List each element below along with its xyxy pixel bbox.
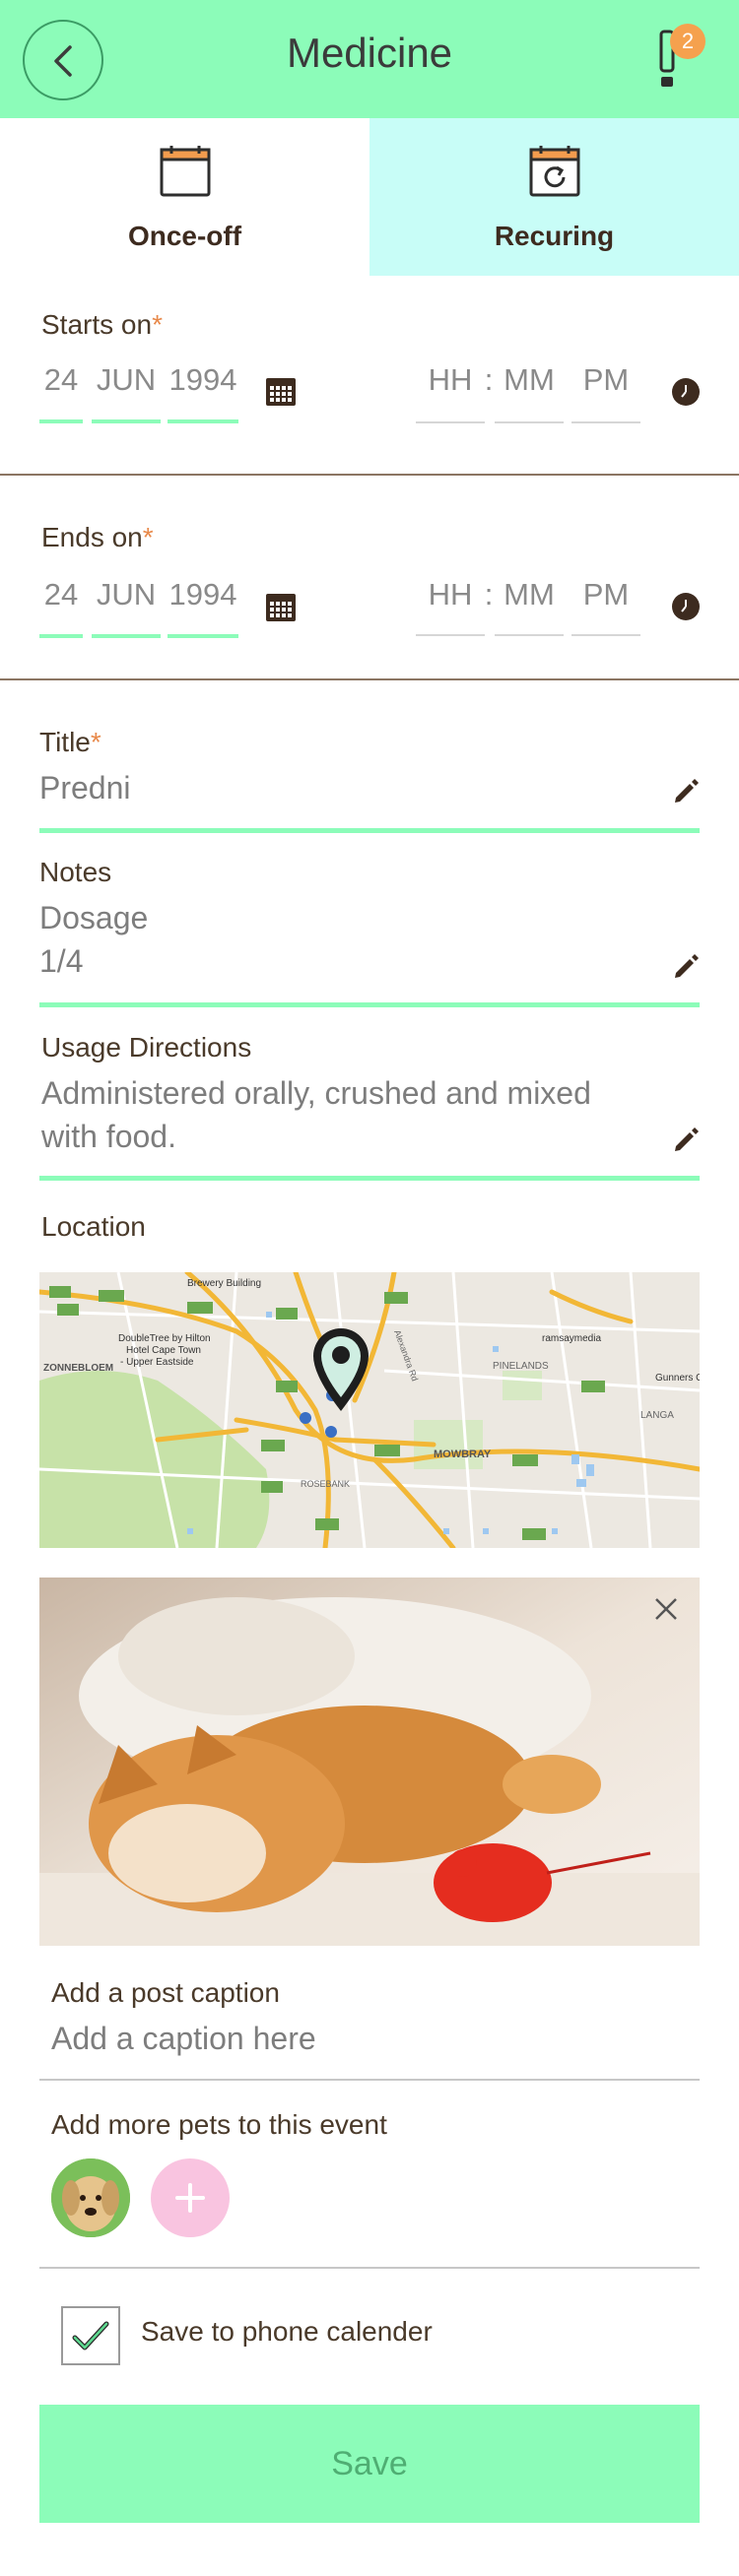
start-ampm-underline <box>571 421 640 423</box>
ends-on-label-text: Ends on <box>41 522 143 552</box>
svg-text:- Upper Eastside: - Upper Eastside <box>120 1357 194 1368</box>
svg-text:MOWBRAY: MOWBRAY <box>434 1449 492 1460</box>
end-day-underline <box>39 634 83 638</box>
start-day-input[interactable]: 24 <box>39 362 83 398</box>
time-separator: : <box>484 577 494 612</box>
pencil-icon[interactable] <box>672 778 700 805</box>
calendar-picker-icon[interactable] <box>266 594 296 621</box>
svg-text:Hotel Cape Town: Hotel Cape Town <box>126 1345 201 1356</box>
title-label-text: Title <box>39 727 91 757</box>
usage-line-1[interactable]: Administered orally, crushed and mixed <box>41 1071 591 1115</box>
save-to-calendar-checkbox[interactable] <box>61 2306 120 2365</box>
notes-line-2[interactable]: 1/4 <box>39 939 83 983</box>
svg-text:DoubleTree by Hilton: DoubleTree by Hilton <box>118 1333 211 1344</box>
close-icon[interactable] <box>652 1595 680 1623</box>
start-hour-input[interactable]: HH <box>416 362 485 398</box>
usage-line-2[interactable]: with food. <box>41 1115 176 1158</box>
start-year-input[interactable]: 1994 <box>168 362 238 398</box>
end-month-input[interactable]: JUN <box>92 577 161 612</box>
start-month-underline <box>92 419 161 423</box>
end-hour-input[interactable]: HH <box>416 577 485 612</box>
ends-on-label: Ends on* <box>41 522 154 553</box>
divider <box>0 678 739 680</box>
map-label-brewery: Brewery Building <box>187 1278 261 1289</box>
tab-once-off-label: Once-off <box>127 221 242 251</box>
start-minute-input[interactable]: MM <box>495 362 564 398</box>
end-year-input[interactable]: 1994 <box>168 577 238 612</box>
start-hour-underline <box>416 421 485 423</box>
notes-label: Notes <box>39 857 112 887</box>
calendar-icon <box>160 146 211 197</box>
tab-recurring[interactable]: Recuring <box>370 118 739 276</box>
end-minute-input[interactable]: MM <box>495 577 564 612</box>
caption-label: Add a post caption <box>51 1977 280 2008</box>
caption-input[interactable]: Add a caption here <box>51 2017 316 2060</box>
end-month-underline <box>92 634 161 638</box>
divider <box>0 474 739 476</box>
cat-photo <box>39 1578 700 1946</box>
map-graphic: Brewery Building ZONNEBLOEM DoubleTree b… <box>39 1272 700 1548</box>
checkmark-icon <box>72 2321 109 2351</box>
title-label: Title* <box>39 727 101 758</box>
divider <box>39 2079 700 2081</box>
svg-text:ZONNEBLOEM: ZONNEBLOEM <box>43 1363 113 1374</box>
calendar-picker-icon[interactable] <box>266 378 296 406</box>
starts-on-label-text: Starts on <box>41 309 153 340</box>
pet-avatar[interactable] <box>51 2158 130 2237</box>
app-header: Medicine 2 <box>0 0 739 118</box>
required-mark: * <box>152 309 163 340</box>
required-mark: * <box>90 727 101 757</box>
end-minute-underline <box>495 634 564 636</box>
clock-icon[interactable] <box>671 377 701 407</box>
time-separator: : <box>484 362 494 397</box>
recurring-calendar-icon <box>529 146 580 197</box>
end-day-input[interactable]: 24 <box>39 577 83 612</box>
svg-text:Gunners C: Gunners C <box>655 1373 700 1384</box>
add-pet-button[interactable] <box>151 2158 230 2237</box>
notes-underline <box>39 1002 700 1007</box>
location-label: Location <box>41 1211 146 1242</box>
end-hour-underline <box>416 634 485 636</box>
divider <box>39 2267 700 2269</box>
notification-badge: 2 <box>670 24 705 59</box>
svg-text:ROSEBANK: ROSEBANK <box>301 1479 350 1489</box>
start-year-underline <box>168 419 238 423</box>
usage-underline <box>39 1176 700 1181</box>
end-year-underline <box>168 634 238 638</box>
start-month-input[interactable]: JUN <box>92 362 161 398</box>
starts-on-label: Starts on* <box>41 309 163 341</box>
pencil-icon[interactable] <box>672 1127 700 1154</box>
tab-recurring-label: Recuring <box>494 221 615 251</box>
pets-label: Add more pets to this event <box>51 2109 387 2140</box>
save-button[interactable]: Save <box>39 2405 700 2523</box>
save-to-calendar-label: Save to phone calender <box>141 2316 433 2347</box>
svg-text:ramsaymedia: ramsaymedia <box>542 1333 601 1344</box>
start-minute-underline <box>495 421 564 423</box>
svg-text:LANGA: LANGA <box>640 1410 674 1421</box>
start-ampm-input[interactable]: PM <box>571 362 640 398</box>
start-day-underline <box>39 419 83 423</box>
end-ampm-underline <box>571 634 640 636</box>
svg-text:PINELANDS: PINELANDS <box>493 1361 549 1372</box>
dog-photo <box>51 2158 130 2237</box>
end-ampm-input[interactable]: PM <box>571 577 640 612</box>
tab-once-off[interactable]: Once-off <box>0 118 370 276</box>
post-photo <box>39 1578 700 1946</box>
required-mark: * <box>142 522 154 552</box>
title-input[interactable]: Predni <box>39 766 131 809</box>
pencil-icon[interactable] <box>672 953 700 981</box>
location-map[interactable]: Brewery Building ZONNEBLOEM DoubleTree b… <box>39 1272 700 1548</box>
usage-directions-label: Usage Directions <box>41 1032 252 1063</box>
notes-line-1[interactable]: Dosage <box>39 896 148 939</box>
page-title: Medicine <box>286 30 453 76</box>
title-underline <box>39 828 700 833</box>
clock-icon[interactable] <box>671 592 701 621</box>
